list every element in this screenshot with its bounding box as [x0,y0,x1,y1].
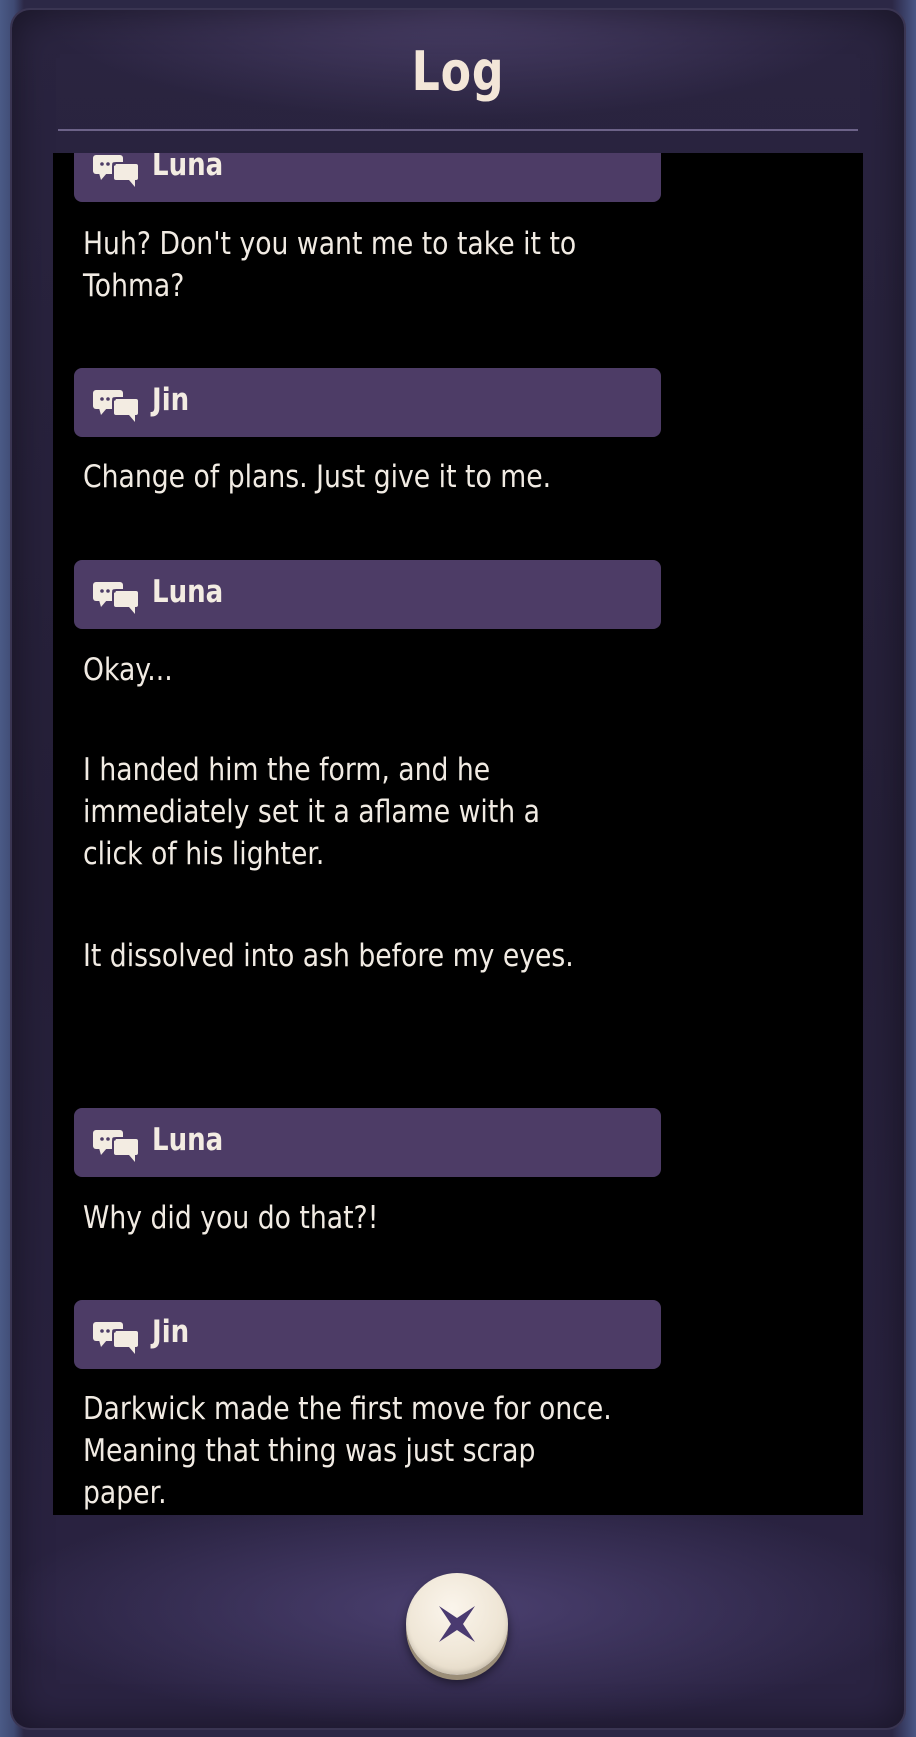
title-divider [58,129,858,131]
speech-bubbles-icon [93,155,139,187]
speech-bubbles-icon [93,390,139,422]
dialogue-line: Change of plans. Just give it to me. [83,459,552,495]
narration-line: click of his lighter. [83,836,325,872]
page-title: Log [411,40,505,103]
speaker-header: Jin [74,368,661,437]
dialogue-line: Meaning that thing was just scrap [83,1433,536,1469]
speech-bubbles-icon [93,1322,139,1354]
speaker-name: Jin [152,382,190,418]
dialogue-line: Okay... [83,652,173,688]
dialogue-line: Why did you do that?! [83,1200,379,1236]
narration-line: It dissolved into ash before my eyes. [83,938,574,974]
dialogue-line: Huh? Don't you want me to take it to [83,226,577,262]
speaker-name: Luna [152,153,224,183]
speaker-header: Jin [74,1300,661,1369]
speech-bubbles-icon [93,582,139,614]
log-scroll-area[interactable]: Luna Huh? Don't you want me to take it t… [53,153,863,1515]
speech-bubbles-icon [93,1130,139,1162]
close-x-icon [439,1606,475,1642]
narration-line: I handed him the form, and he [83,752,491,788]
speaker-name: Luna [152,1122,224,1158]
dialogue-line: Darkwick made the first move for once. [83,1391,612,1427]
close-button[interactable] [406,1573,508,1675]
speaker-header: Luna [74,560,661,629]
dialogue-line: paper. [83,1475,167,1511]
speaker-name: Jin [152,1314,190,1350]
speaker-header: Luna [74,153,661,202]
narration-line: immediately set it a aflame with a [83,794,540,830]
speaker-name: Luna [152,574,224,610]
dialogue-line: Tohma? [83,268,185,304]
speaker-header: Luna [74,1108,661,1177]
